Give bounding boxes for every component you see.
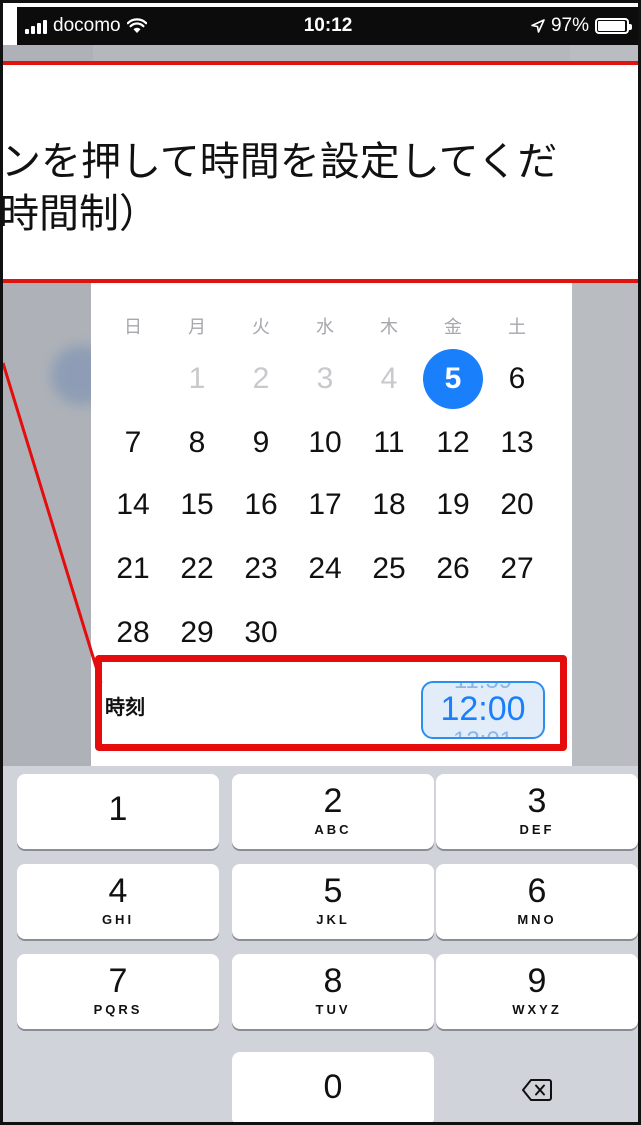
key-digit: 0 <box>323 1068 343 1106</box>
calendar-day[interactable]: 1 <box>165 347 229 411</box>
calendar-day[interactable]: 17 <box>293 473 357 537</box>
calendar-day[interactable]: 8 <box>165 411 229 475</box>
backspace-icon <box>522 1078 552 1101</box>
key-letters: PQRS <box>93 1002 143 1017</box>
weekday-label: 土 <box>508 317 526 338</box>
keypad-key-2[interactable]: 2 ABC <box>232 774 434 849</box>
key-letters: ABC <box>314 822 352 837</box>
calendar-day[interactable]: 30 <box>229 601 293 665</box>
weekday-header: 日月火水木金土 <box>91 313 572 343</box>
key-digit: 6 <box>527 872 547 910</box>
status-right: 97% <box>531 15 632 37</box>
calendar-day[interactable]: 13 <box>485 411 549 475</box>
calendar-day[interactable]: 26 <box>421 537 485 601</box>
calendar-day[interactable]: 7 <box>101 411 165 475</box>
location-arrow-icon <box>531 19 545 33</box>
calendar-day[interactable]: 15 <box>165 473 229 537</box>
calendar-day[interactable]: 19 <box>421 473 485 537</box>
keypad-key-8[interactable]: 8 TUV <box>232 954 434 1029</box>
calendar-day[interactable]: 29 <box>165 601 229 665</box>
weekday-label: 金 <box>444 317 462 338</box>
phone-screen: docomo 10:12 97% ンを押して時間を設定してくだ 時間制） 日 月 火… <box>0 0 641 1125</box>
calendar-day[interactable]: 6 <box>485 347 549 411</box>
calendar-day[interactable]: 18 <box>357 473 421 537</box>
key-letters: TUV <box>315 1002 351 1017</box>
instruction-banner: ンを押して時間を設定してくだ 時間制） <box>3 61 638 283</box>
calendar-day-selected[interactable]: 5 <box>421 347 485 411</box>
numeric-keypad: 1 2 ABC 3 DEF 4 GHI 5 JKL 6 MNO 7 PQRS 8 TUV 9 WXYZ 0 <box>3 766 638 1122</box>
calendar-day[interactable]: 4 <box>357 347 421 411</box>
weekday-label: 日 <box>124 317 142 338</box>
key-digit: 8 <box>323 962 343 1000</box>
weekday-label: 火 <box>252 317 270 338</box>
calendar-day[interactable]: 10 <box>293 411 357 475</box>
keypad-key-9[interactable]: 9 WXYZ <box>436 954 638 1029</box>
key-letters: MNO <box>517 912 557 927</box>
key-digit: 1 <box>108 790 128 828</box>
status-bar: docomo 10:12 97% <box>17 7 638 45</box>
key-digit: 9 <box>527 962 547 1000</box>
key-letters: GHI <box>101 912 135 927</box>
weekday-label: 木 <box>380 317 398 338</box>
calendar-day[interactable]: 3 <box>293 347 357 411</box>
keypad-key-1[interactable]: 1 <box>17 774 219 849</box>
calendar-day[interactable]: 12 <box>421 411 485 475</box>
calendar-day[interactable]: 9 <box>229 411 293 475</box>
battery-percent: 97% <box>550 15 589 36</box>
calendar-day[interactable]: 22 <box>165 537 229 601</box>
keypad-key-7[interactable]: 7 PQRS <box>17 954 219 1029</box>
key-digit: 5 <box>323 872 343 910</box>
annotation-highlight-box <box>95 655 567 751</box>
instruction-line-1: ンを押して時間を設定してくだ <box>3 139 558 185</box>
calendar-day[interactable]: 11 <box>357 411 421 475</box>
calendar-day[interactable]: 23 <box>229 537 293 601</box>
keypad-key-5[interactable]: 5 JKL <box>232 864 434 939</box>
weekday-label: 月 <box>188 317 206 338</box>
battery-icon <box>595 18 632 34</box>
key-letters: JKL <box>316 912 350 927</box>
delete-key[interactable] <box>436 1052 638 1122</box>
key-digit: 4 <box>108 872 128 910</box>
calendar-day[interactable]: 24 <box>293 537 357 601</box>
key-letters: DEF <box>519 822 555 837</box>
calendar-day[interactable]: 27 <box>485 537 549 601</box>
calendar-day[interactable]: 21 <box>101 537 165 601</box>
instruction-line-2: 時間制） <box>3 191 159 237</box>
calendar-day[interactable]: 16 <box>229 473 293 537</box>
key-digit: 7 <box>108 962 128 1000</box>
key-letters: WXYZ <box>512 1002 562 1017</box>
calendar-day[interactable]: 25 <box>357 537 421 601</box>
weekday-label: 水 <box>316 317 334 338</box>
keypad-key-0[interactable]: 0 <box>232 1052 434 1122</box>
calendar-day[interactable]: 28 <box>101 601 165 665</box>
keypad-key-6[interactable]: 6 MNO <box>436 864 638 939</box>
calendar-day[interactable]: 14 <box>101 473 165 537</box>
keypad-key-4[interactable]: 4 GHI <box>17 864 219 939</box>
key-digit: 3 <box>527 782 547 820</box>
calendar-day[interactable]: 2 <box>229 347 293 411</box>
key-digit: 2 <box>323 782 343 820</box>
keypad-key-3[interactable]: 3 DEF <box>436 774 638 849</box>
calendar-day[interactable]: 20 <box>485 473 549 537</box>
